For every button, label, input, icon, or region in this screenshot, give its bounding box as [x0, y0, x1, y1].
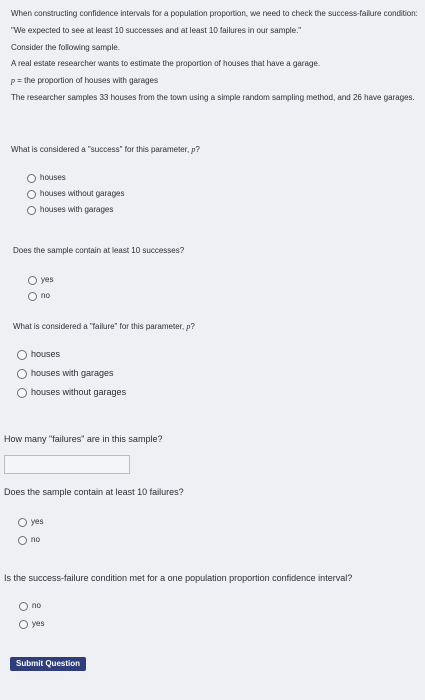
question-mark: ? — [190, 322, 195, 331]
intro-line-sample: The researcher samples 33 houses from th… — [11, 92, 415, 102]
question-success-text: What is considered a "success" for this … — [11, 145, 192, 154]
question-condition-met: Is the success-failure condition met for… — [4, 573, 353, 583]
question-failure: What is considered a "failure" for this … — [13, 322, 195, 333]
radio-button[interactable] — [17, 349, 27, 360]
success-option-with-garages[interactable]: houses with garages — [27, 202, 125, 218]
submit-question-button[interactable]: Submit Question — [10, 657, 86, 671]
question-failures-check: Does the sample contain at least 10 fail… — [4, 487, 184, 497]
intro-line-condition: When constructing confidence intervals f… — [11, 9, 418, 18]
radio-button[interactable] — [27, 205, 36, 215]
intro-block: When constructing confidence intervals f… — [11, 9, 419, 110]
option-label: houses without garages — [31, 387, 127, 398]
radio-button[interactable] — [19, 601, 28, 611]
condition-option-yes[interactable]: yes — [19, 615, 44, 633]
success-option-without-garages[interactable]: houses without garages — [27, 186, 125, 202]
failures-answer-input[interactable] — [4, 455, 130, 474]
option-label: no — [41, 290, 50, 300]
option-label: yes — [32, 618, 45, 628]
question-successes-count: Does the sample contain at least 10 succ… — [13, 246, 185, 255]
failure-option-houses[interactable]: houses — [17, 345, 126, 364]
question-page: When constructing confidence intervals f… — [0, 0, 425, 700]
parameter-definition: = the proportion of houses with garages — [15, 76, 158, 86]
option-label: no — [32, 600, 41, 610]
radio-button[interactable] — [17, 368, 27, 379]
success-options: houses houses without garages houses wit… — [27, 170, 125, 218]
success-option-houses[interactable]: houses — [27, 170, 125, 186]
failures-option-no[interactable]: no — [18, 531, 43, 549]
successes-option-yes[interactable]: yes — [28, 272, 53, 288]
successes-options: yes no — [28, 272, 53, 304]
option-label: houses — [31, 349, 61, 360]
radio-button[interactable] — [17, 387, 27, 398]
radio-button[interactable] — [27, 173, 36, 183]
failure-options: houses houses with garages houses withou… — [17, 345, 126, 402]
option-label: houses with garages — [31, 368, 114, 379]
option-label: houses with garages — [40, 204, 114, 214]
question-failures-count: How many "failures" are in this sample? — [4, 434, 163, 444]
intro-line-parameter: p = the proportion of houses with garage… — [11, 76, 419, 87]
radio-button[interactable] — [18, 535, 27, 545]
option-label: yes — [31, 516, 44, 526]
option-label: houses — [40, 172, 66, 182]
radio-button[interactable] — [19, 619, 28, 629]
failures-check-options: yes no — [18, 513, 43, 549]
successes-option-no[interactable]: no — [28, 288, 53, 304]
question-failure-text: What is considered a "failure" for this … — [13, 322, 187, 331]
condition-options: no yes — [19, 597, 44, 633]
intro-line-consider: Consider the following sample. — [11, 42, 120, 52]
option-label: houses without garages — [40, 188, 125, 198]
question-success: What is considered a "success" for this … — [11, 145, 200, 156]
failures-option-yes[interactable]: yes — [18, 513, 43, 531]
failure-option-with-garages[interactable]: houses with garages — [17, 364, 126, 383]
intro-line-quote: "We expected to see at least 10 successe… — [11, 25, 302, 35]
intro-line-researcher: A real estate researcher wants to estima… — [11, 59, 321, 69]
question-mark: ? — [195, 145, 200, 154]
radio-button[interactable] — [27, 189, 36, 199]
radio-button[interactable] — [28, 275, 37, 285]
option-label: no — [31, 534, 40, 544]
condition-option-no[interactable]: no — [19, 597, 44, 615]
failure-option-without-garages[interactable]: houses without garages — [17, 383, 126, 402]
radio-button[interactable] — [18, 517, 27, 527]
radio-button[interactable] — [28, 291, 37, 301]
option-label: yes — [41, 274, 54, 284]
